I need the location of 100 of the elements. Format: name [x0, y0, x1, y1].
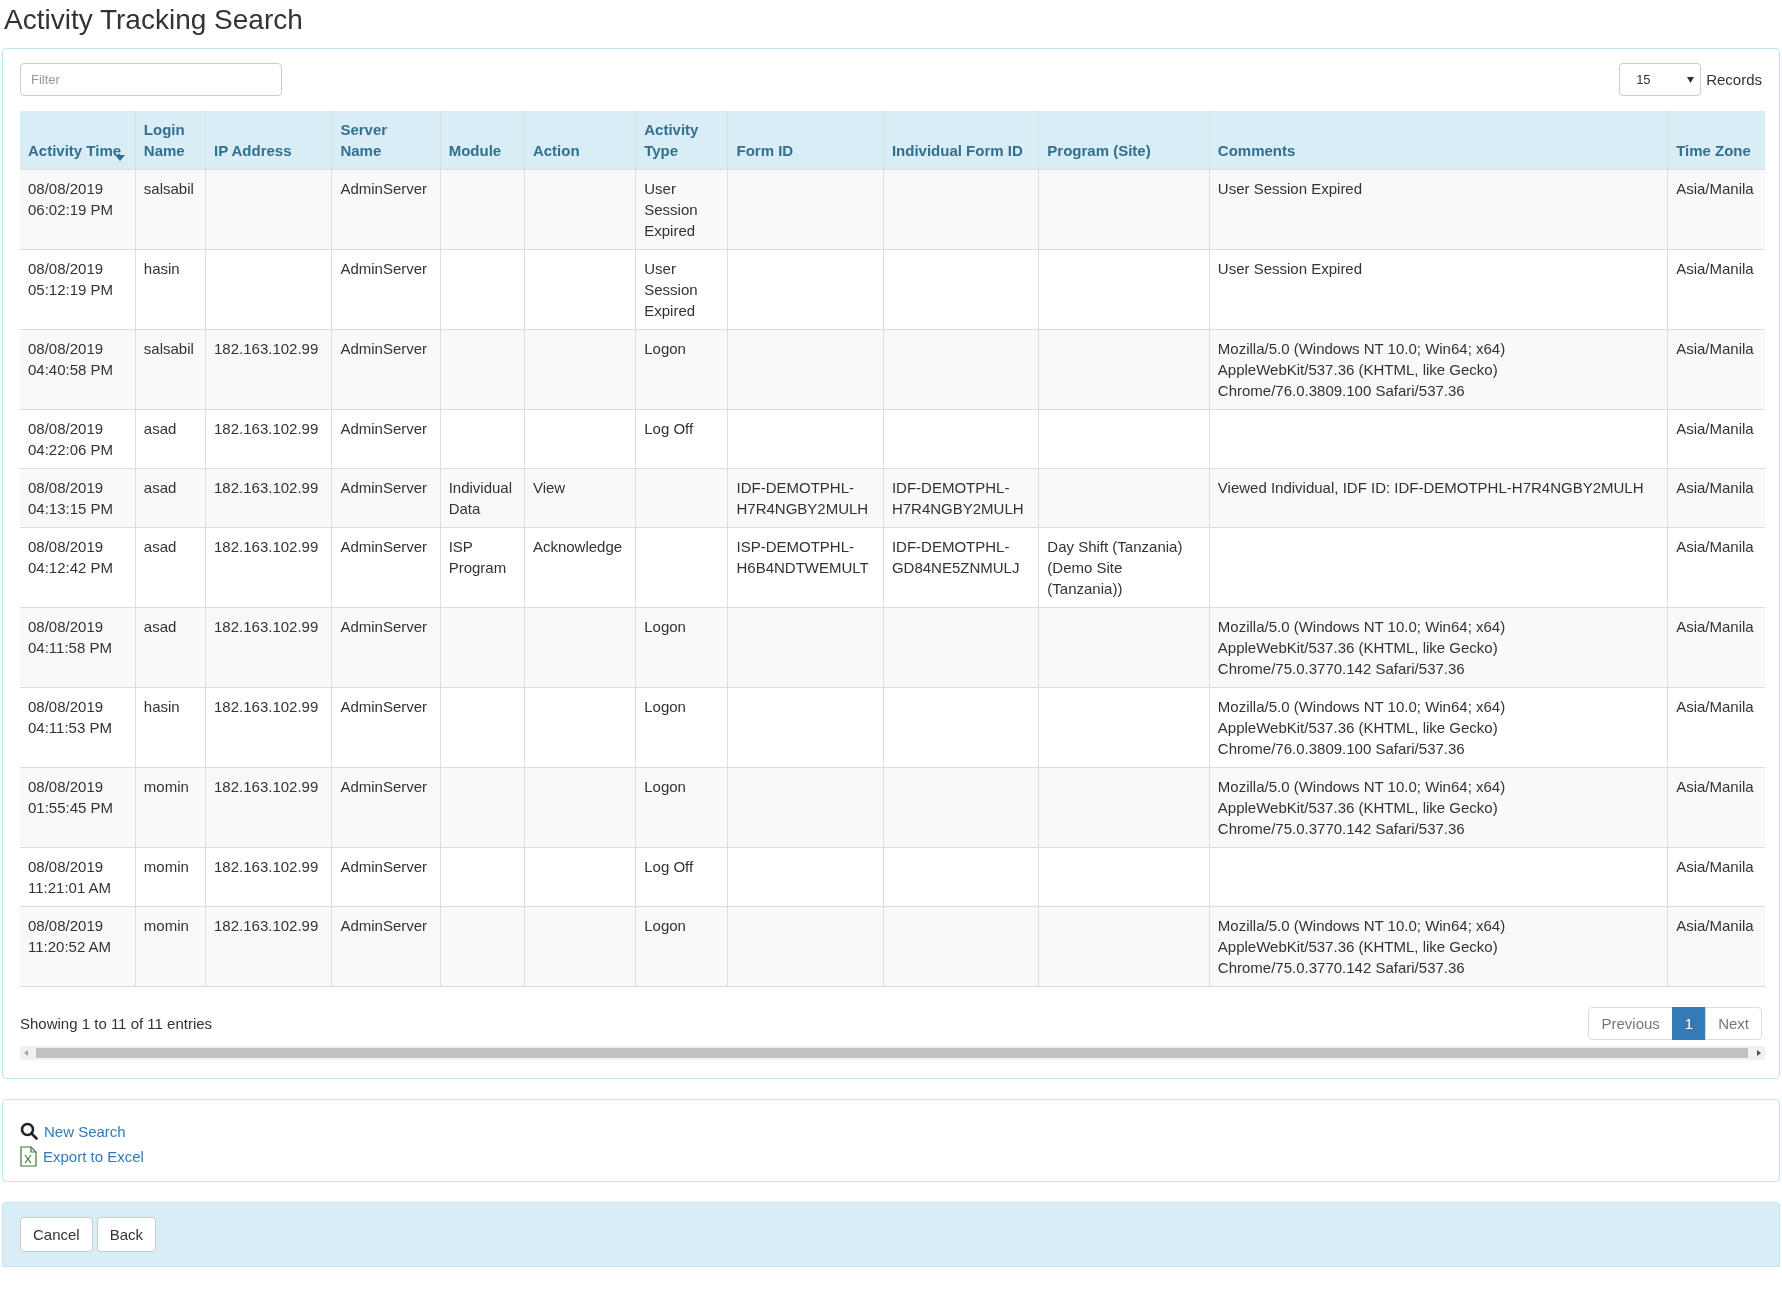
table-cell: 182.163.102.99 — [214, 778, 319, 795]
filter-input[interactable]: Filter — [20, 63, 282, 96]
table-cell: Logon — [644, 698, 686, 715]
table-cell: Asia/Manila — [1676, 420, 1754, 437]
table-cell: 182.163.102.99 — [214, 340, 319, 357]
column-header[interactable]: Program (Site) — [1038, 111, 1210, 170]
table-cell: Asia/Manila — [1676, 858, 1754, 875]
table-cell: Individual Data — [448, 479, 513, 517]
table-cell: IDF-DEMOTPHL-H7R4NGBY2MULH — [736, 479, 869, 517]
table-cell: 08/08/2019 11:20:52 AM — [28, 917, 112, 955]
table-cell: Asia/Manila — [1676, 538, 1754, 555]
page-title: Activity Tracking Search — [4, 4, 304, 36]
table-cell: 08/08/2019 05:12:19 PM — [28, 260, 114, 298]
search-icon — [20, 1122, 38, 1140]
table-cell: 08/08/2019 04:11:53 PM — [28, 698, 112, 736]
column-header[interactable]: IP Address — [205, 111, 332, 170]
table-cell: AdminServer — [340, 420, 428, 437]
table-cell: 182.163.102.99 — [214, 917, 319, 934]
column-header[interactable]: Activity Type — [635, 111, 728, 170]
table-cell: Asia/Manila — [1676, 479, 1754, 496]
table-cell: Logon — [644, 917, 686, 934]
table-cell: Asia/Manila — [1676, 917, 1754, 934]
new-search-link[interactable]: New Search — [44, 1122, 126, 1140]
table-cell: Asia/Manila — [1676, 618, 1754, 635]
sort-descending-icon — [114, 155, 125, 161]
column-header[interactable]: Login Name — [135, 111, 206, 170]
table-cell: 08/08/2019 04:11:58 PM — [28, 618, 112, 656]
table-cell: AdminServer — [340, 260, 428, 277]
table-cell: 08/08/2019 04:40:58 PM — [28, 340, 114, 378]
table-cell: 182.163.102.99 — [214, 479, 319, 496]
table-cell: User Session Expired — [1217, 260, 1363, 277]
table-cell: ISP-DEMOTPHL-H6B4NDTWEMULT — [736, 538, 869, 576]
table-cell: IDF-DEMOTPHL-GD84NE5ZNMULJ — [891, 538, 1020, 576]
table-cell: asad — [143, 538, 177, 555]
table-cell: IDF-DEMOTPHL-H7R4NGBY2MULH — [891, 479, 1024, 517]
column-header[interactable]: Server Name — [331, 111, 441, 170]
table-cell: AdminServer — [340, 340, 428, 357]
table-cell: AdminServer — [340, 180, 428, 197]
table-cell: 08/08/2019 04:22:06 PM — [28, 420, 114, 458]
table-cell: 182.163.102.99 — [214, 618, 319, 635]
spreadsheet-file-icon — [20, 1146, 37, 1167]
table-cell: Logon — [644, 618, 686, 635]
table-cell: Viewed Individual, IDF ID: IDF-DEMOTPHL-H7R4NGBY2MULH — [1217, 479, 1644, 496]
table-cell: momin — [143, 858, 189, 875]
column-header[interactable]: Action — [524, 111, 636, 170]
dropdown-caret-icon — [1687, 76, 1695, 83]
column-header[interactable]: Individual Form ID — [883, 111, 1039, 170]
table-cell: 08/08/2019 04:13:15 PM — [28, 479, 114, 517]
table-cell: 08/08/2019 11:21:01 AM — [28, 858, 112, 896]
table-cell: salsabil — [143, 180, 194, 197]
table-cell: Asia/Manila — [1676, 778, 1754, 795]
table-cell: hasin — [143, 260, 180, 277]
table-cell: 182.163.102.99 — [214, 698, 319, 715]
table-cell: momin — [143, 778, 189, 795]
table-cell: Mozilla/5.0 (Windows NT 10.0; Win64; x64) AppleWebKit/537.36 (KHTML, like Gecko) Chrome/76.0.3809.100 Safari/537.36 — [1217, 340, 1506, 399]
table-cell: Acknowledge — [532, 538, 623, 555]
table-cell: Logon — [644, 340, 686, 357]
table-cell: Log Off — [644, 420, 694, 437]
table-cell: Asia/Manila — [1676, 340, 1754, 357]
table-cell: Asia/Manila — [1676, 698, 1754, 715]
table-cell: AdminServer — [340, 538, 428, 555]
column-header[interactable]: Activity Time — [20, 111, 136, 170]
table-cell: User Session Expired — [1217, 180, 1363, 197]
column-header[interactable]: Form ID — [727, 111, 884, 170]
table-cell: User Session Expired — [644, 260, 698, 319]
table-cell: 182.163.102.99 — [214, 858, 319, 875]
column-header[interactable]: Comments — [1209, 111, 1668, 170]
table-cell: AdminServer — [340, 778, 428, 795]
table-cell: Asia/Manila — [1676, 260, 1754, 277]
table-cell: Mozilla/5.0 (Windows NT 10.0; Win64; x64) AppleWebKit/537.36 (KHTML, like Gecko) Chrome/75.0.3770.142 Safari/537.36 — [1217, 618, 1506, 677]
column-header[interactable]: Time Zone — [1667, 111, 1765, 170]
footer-button[interactable]: Back — [96, 1217, 157, 1252]
horizontal-scrollbar[interactable] — [20, 1046, 1765, 1060]
export-link[interactable]: Export to Excel — [43, 1148, 144, 1165]
table-cell: Log Off — [644, 858, 694, 875]
table-cell: AdminServer — [340, 858, 428, 875]
table-cell: Logon — [644, 778, 686, 795]
table-cell: 182.163.102.99 — [214, 538, 319, 555]
table-cell: ISP Program — [448, 538, 507, 576]
table-cell: Mozilla/5.0 (Windows NT 10.0; Win64; x64) AppleWebKit/537.36 (KHTML, like Gecko) Chrome/75.0.3770.142 Safari/537.36 — [1217, 778, 1506, 837]
column-header[interactable]: Module — [440, 111, 525, 170]
table-cell: Day Shift (Tanzania) (Demo Site (Tanzania)) — [1047, 538, 1183, 597]
table-cell: asad — [143, 479, 177, 496]
table-cell: hasin — [143, 698, 180, 715]
table-cell: Asia/Manila — [1676, 180, 1754, 197]
entries-info: Showing 1 to 11 of 11 entries — [20, 1015, 213, 1032]
table-cell: AdminServer — [340, 479, 428, 496]
records-label: Records — [1706, 71, 1762, 88]
table-cell: 08/08/2019 06:02:19 PM — [28, 180, 114, 218]
table-cell: AdminServer — [340, 618, 428, 635]
table-cell: asad — [143, 618, 177, 635]
table-cell: salsabil — [143, 340, 194, 357]
footer-button[interactable]: Cancel — [20, 1217, 93, 1252]
table-cell: AdminServer — [340, 917, 428, 934]
table-cell: View — [532, 479, 566, 496]
table-cell: 08/08/2019 01:55:45 PM — [28, 778, 114, 816]
page-size-select[interactable]: 15 — [1619, 63, 1702, 96]
table-cell: 182.163.102.99 — [214, 420, 319, 437]
table-cell: asad — [143, 420, 177, 437]
table-cell: Mozilla/5.0 (Windows NT 10.0; Win64; x64) AppleWebKit/537.36 (KHTML, like Gecko) Chrome/75.0.3770.142 Safari/537.36 — [1217, 917, 1506, 976]
